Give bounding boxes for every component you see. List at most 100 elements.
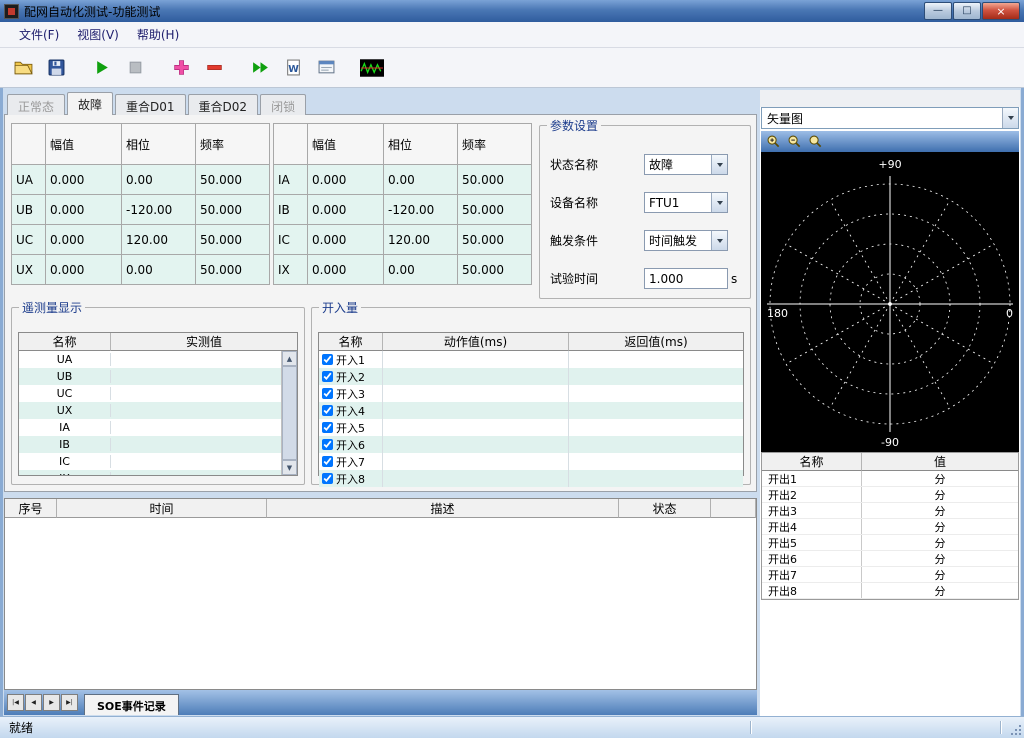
frequency-cell[interactable]: 50.000 [458,225,532,255]
zoom-reset-icon[interactable] [807,133,824,150]
return-value-cell[interactable] [569,385,743,402]
frequency-cell[interactable]: 50.000 [458,165,532,195]
phase-cell[interactable]: 120.00 [384,225,458,255]
action-value-cell[interactable] [383,385,569,402]
zoom-in-icon[interactable] [765,133,782,150]
amplitude-cell[interactable]: 0.000 [308,165,384,195]
tab-reclose-d02[interactable]: 重合D02 [188,94,259,115]
chevron-down-icon[interactable] [711,155,727,174]
amplitude-cell[interactable]: 0.000 [308,255,384,285]
zoom-out-icon[interactable] [786,133,803,150]
input-checkbox[interactable] [322,354,333,365]
amplitude-header: 幅值 [308,124,384,165]
maximize-button[interactable]: □ [953,2,981,20]
last-tab-icon[interactable]: ▶| [61,694,78,711]
chevron-down-icon[interactable] [711,193,727,212]
test-time-input[interactable] [644,268,728,289]
amplitude-cell[interactable]: 0.000 [46,255,122,285]
chevron-down-icon[interactable] [711,231,727,250]
prev-tab-icon[interactable]: ◀ [25,694,42,711]
channel-name: IB [274,195,308,225]
input-checkbox[interactable] [322,371,333,382]
param-row: 触发条件 时间触发 [550,230,744,251]
return-value-cell[interactable] [569,453,743,470]
close-button[interactable]: × [982,2,1020,20]
frequency-cell[interactable]: 50.000 [458,195,532,225]
phase-cell[interactable]: 0.00 [384,165,458,195]
resize-grip[interactable] [1009,723,1022,736]
action-value-cell[interactable] [383,419,569,436]
scroll-up-icon[interactable]: ▲ [282,351,297,366]
phase-cell[interactable]: -120.00 [384,195,458,225]
phase-cell[interactable]: 0.00 [384,255,458,285]
action-value-cell[interactable] [383,351,569,368]
phase-cell[interactable]: 0.00 [122,165,196,195]
tab-soe-events[interactable]: SOE事件记录 [84,694,179,715]
run-button[interactable] [89,55,115,81]
report-view-button[interactable] [313,55,339,81]
stop-button[interactable] [122,55,148,81]
return-value-cell[interactable] [569,368,743,385]
frequency-cell[interactable]: 50.000 [196,255,270,285]
state-name-select[interactable]: 故障 [644,154,728,175]
input-checkbox[interactable] [322,388,333,399]
input-checkbox[interactable] [322,422,333,433]
phase-cell[interactable]: -120.00 [122,195,196,225]
add-state-button[interactable] [168,55,194,81]
tab-normal-state[interactable]: 正常态 [7,94,65,115]
word-report-button[interactable]: W [280,55,306,81]
open-file-button[interactable] [10,55,36,81]
amplitude-cell[interactable]: 0.000 [46,165,122,195]
phase-cell[interactable]: 0.00 [122,255,196,285]
action-value-cell[interactable] [383,470,569,487]
amplitude-header: 幅值 [46,124,122,165]
input-checkbox[interactable] [322,473,333,484]
view-selector[interactable]: 矢量图 [761,107,1019,129]
scroll-down-icon[interactable]: ▼ [282,460,297,475]
menu-view[interactable]: 视图(V) [68,22,128,47]
return-value-cell[interactable] [569,470,743,487]
input-checkbox[interactable] [322,439,333,450]
input-checkbox[interactable] [322,456,333,467]
return-value-cell[interactable] [569,402,743,419]
amplitude-cell[interactable]: 0.000 [46,225,122,255]
return-value-cell[interactable] [569,436,743,453]
amplitude-cell[interactable]: 0.000 [308,225,384,255]
channel-name: UX [12,255,46,285]
save-button[interactable] [43,55,69,81]
trigger-condition-select[interactable]: 时间触发 [644,230,728,251]
frequency-cell[interactable]: 50.000 [196,195,270,225]
action-value-cell[interactable] [383,402,569,419]
table-header-row: 幅值 相位 频率 [274,124,532,165]
menu-file[interactable]: 文件(F) [10,22,68,47]
tab-reclose-d01[interactable]: 重合D01 [115,94,186,115]
tab-fault[interactable]: 故障 [67,92,113,115]
scrollbar-thumb[interactable] [282,366,297,460]
next-tab-icon[interactable]: ▶ [43,694,60,711]
frequency-cell[interactable]: 50.000 [196,225,270,255]
amplitude-cell[interactable]: 0.000 [308,195,384,225]
run-all-button[interactable] [247,55,273,81]
return-value-cell[interactable] [569,351,743,368]
tab-lockout[interactable]: 闭锁 [260,94,306,115]
frequency-cell[interactable]: 50.000 [458,255,532,285]
chevron-down-icon[interactable] [1002,108,1018,128]
return-value-cell[interactable] [569,419,743,436]
waveform-view-button[interactable] [359,55,385,81]
action-value-cell[interactable] [383,453,569,470]
input-checkbox[interactable] [322,405,333,416]
frequency-header: 频率 [196,124,270,165]
input-name: 开入3 [336,386,365,402]
first-tab-icon[interactable]: |◀ [7,694,24,711]
amplitude-cell[interactable]: 0.000 [46,195,122,225]
action-value-cell[interactable] [383,368,569,385]
menu-help[interactable]: 帮助(H) [128,22,188,47]
frequency-cell[interactable]: 50.000 [196,165,270,195]
device-name-select[interactable]: FTU1 [644,192,728,213]
channel-name: IC [274,225,308,255]
remove-state-button[interactable] [201,55,227,81]
minimize-button[interactable]: — [924,2,952,20]
telemetry-scrollbar[interactable]: ▲ ▼ [281,351,297,475]
phase-cell[interactable]: 120.00 [122,225,196,255]
action-value-cell[interactable] [383,436,569,453]
